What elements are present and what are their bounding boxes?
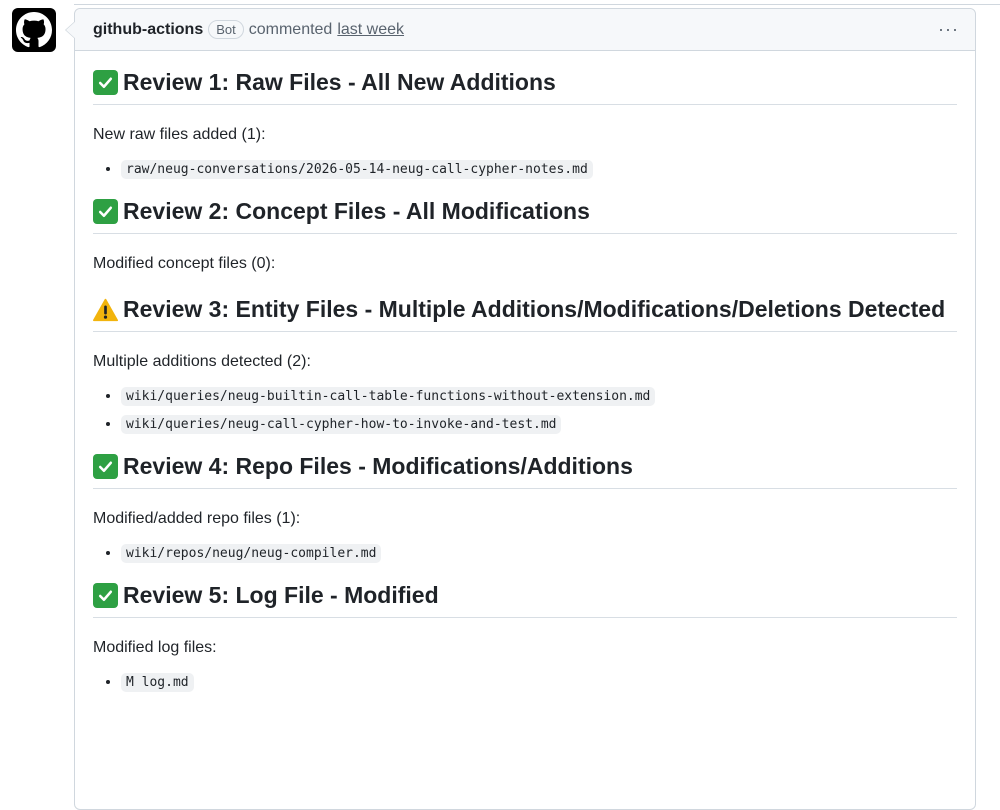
file-path: wiki/queries/neug-call-cypher-how-to-inv…: [121, 415, 562, 434]
review-intro: Modified log files:: [93, 639, 217, 656]
review-section: Review 2: Concept Files - All Modificati…: [93, 198, 957, 274]
author-link[interactable]: github-actions: [93, 21, 203, 39]
comment-box: github-actions Bot commented last week ·…: [65, 8, 976, 810]
comment-body: Review 1: Raw Files - All New Additions …: [75, 51, 975, 693]
review-section: Review 3: Entity Files - Multiple Additi…: [93, 296, 957, 435]
file-path: M log.md: [121, 673, 194, 692]
check-mark-button-icon: [93, 70, 118, 95]
timestamp-link[interactable]: last week: [337, 21, 404, 39]
review-section: Review 4: Repo Files - Modifications/Add…: [93, 453, 957, 564]
file-path: wiki/queries/neug-builtin-call-table-fun…: [121, 387, 656, 406]
review-intro: Modified concept files (0):: [93, 255, 276, 272]
review-intro: Modified/added repo files (1):: [93, 510, 301, 527]
list-item: raw/neug-conversations/2026-05-14-neug-c…: [121, 159, 957, 180]
check-mark-button-icon: [93, 454, 118, 479]
file-path: raw/neug-conversations/2026-05-14-neug-c…: [121, 160, 593, 179]
file-list: wiki/queries/neug-builtin-call-table-fun…: [93, 386, 957, 435]
more-options-button[interactable]: ···: [938, 19, 959, 40]
file-path: wiki/repos/neug/neug-compiler.md: [121, 544, 382, 563]
check-mark-button-icon: [93, 199, 118, 224]
bot-badge: Bot: [208, 20, 244, 39]
review-title: Review 4: Repo Files - Modifications/Add…: [123, 453, 633, 479]
review-title: Review 2: Concept Files - All Modificati…: [123, 198, 590, 224]
review-title: Review 1: Raw Files - All New Additions: [123, 69, 556, 95]
review-intro: New raw files added (1):: [93, 126, 266, 143]
warning-icon: [93, 297, 118, 322]
list-item: wiki/repos/neug/neug-compiler.md: [121, 543, 957, 564]
timeline-top-border: [74, 4, 1000, 5]
review-title: Review 5: Log File - Modified: [123, 582, 439, 608]
review-heading: Review 3: Entity Files - Multiple Additi…: [93, 296, 957, 332]
review-heading: Review 5: Log File - Modified: [93, 582, 957, 618]
github-mark-icon[interactable]: [12, 8, 56, 52]
review-heading: Review 1: Raw Files - All New Additions: [93, 69, 957, 105]
list-item: wiki/queries/neug-call-cypher-how-to-inv…: [121, 414, 957, 435]
list-item: wiki/queries/neug-builtin-call-table-fun…: [121, 386, 957, 407]
list-item: M log.md: [121, 672, 957, 693]
comment-action-text: commented: [248, 20, 333, 38]
comment-header: github-actions Bot commented last week ·…: [75, 9, 975, 51]
file-list: M log.md: [93, 672, 957, 693]
comment-caret-fill: [66, 21, 76, 39]
file-list: raw/neug-conversations/2026-05-14-neug-c…: [93, 159, 957, 180]
review-intro: Multiple additions detected (2):: [93, 353, 311, 370]
review-heading: Review 4: Repo Files - Modifications/Add…: [93, 453, 957, 489]
review-title: Review 3: Entity Files - Multiple Additi…: [123, 296, 946, 322]
review-section: Review 1: Raw Files - All New Additions …: [93, 69, 957, 180]
file-list: wiki/repos/neug/neug-compiler.md: [93, 543, 957, 564]
review-heading: Review 2: Concept Files - All Modificati…: [93, 198, 957, 234]
review-section: Review 5: Log File - Modified Modified l…: [93, 582, 957, 693]
check-mark-button-icon: [93, 583, 118, 608]
